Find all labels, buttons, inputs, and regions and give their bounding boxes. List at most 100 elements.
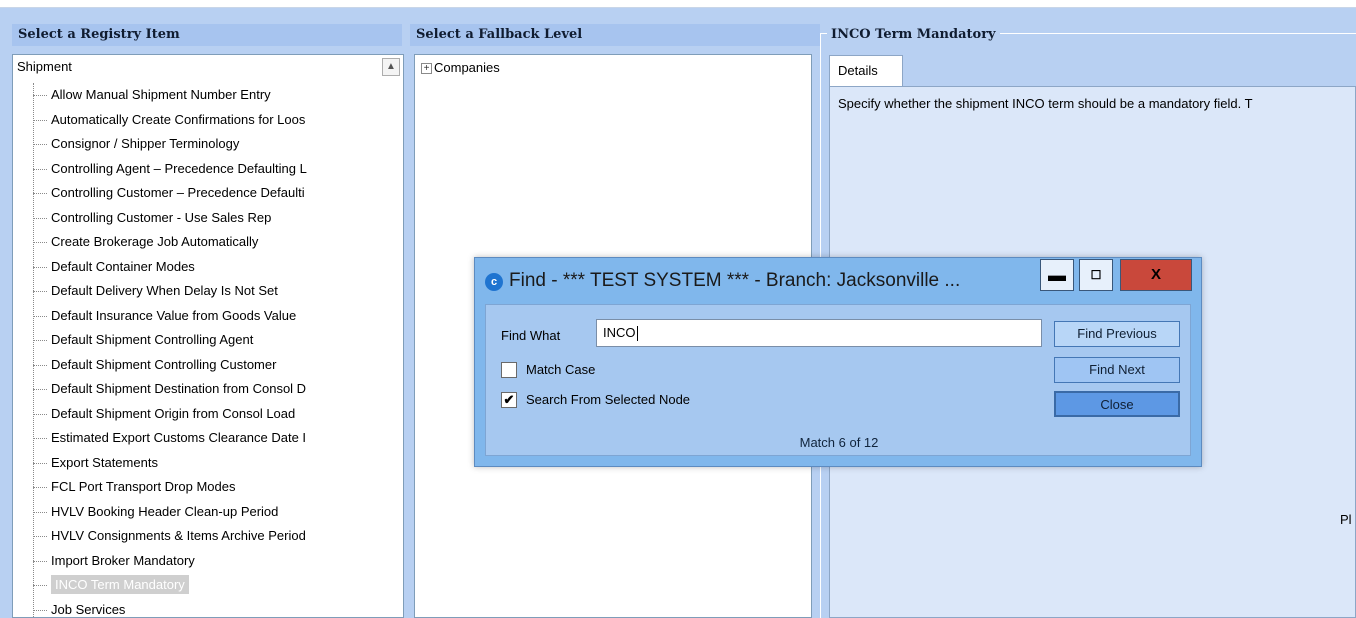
tree-item[interactable]: Consignor / Shipper Terminology	[31, 132, 391, 157]
tree-item[interactable]: Create Brokerage Job Automatically	[31, 230, 391, 255]
registry-panel-title: Select a Registry Item	[12, 24, 402, 46]
details-partial-text: Pl	[1340, 512, 1352, 527]
tree-item-label: HVLV Consignments & Items Archive Period	[51, 528, 306, 543]
tree-connector	[33, 536, 47, 537]
tree-connector	[33, 487, 47, 488]
tree-connector	[33, 168, 47, 170]
tree-item-label: Controlling Customer – Precedence Defaul…	[51, 185, 305, 200]
tree-item-label: Default Shipment Controlling Agent	[51, 332, 254, 347]
tree-node-companies[interactable]: + Companies	[421, 60, 500, 75]
search-from-selected-label[interactable]: Search From Selected Node	[526, 392, 690, 407]
tree-connector	[33, 217, 47, 219]
tree-connector	[33, 242, 47, 243]
maximize-button[interactable]: ☐	[1079, 259, 1113, 291]
tree-connector	[33, 340, 47, 341]
tree-node-label: Companies	[434, 60, 500, 75]
tree-item[interactable]: Default Delivery When Delay Is Not Set	[31, 279, 391, 304]
tree-item-label: Default Delivery When Delay Is Not Set	[51, 283, 278, 298]
tree-item-label: Consignor / Shipper Terminology	[51, 136, 240, 151]
match-case-label[interactable]: Match Case	[526, 362, 595, 377]
tree-item-label: INCO Term Mandatory	[51, 575, 189, 594]
tree-item[interactable]: INCO Term Mandatory	[31, 573, 391, 598]
tree-item[interactable]: Default Insurance Value from Goods Value	[31, 304, 391, 329]
tree-connector	[33, 560, 47, 562]
find-dialog: c Find - *** TEST SYSTEM *** - Branch: J…	[474, 257, 1202, 467]
find-next-button[interactable]: Find Next	[1054, 357, 1180, 383]
tree-item-label: Default Container Modes	[51, 258, 195, 274]
find-what-input[interactable]: INCO	[596, 319, 1042, 347]
tree-connector	[33, 266, 47, 268]
tree-item[interactable]: Allow Manual Shipment Number Entry	[31, 83, 391, 108]
expand-plus-icon[interactable]: +	[421, 63, 432, 75]
tree-connector	[33, 291, 47, 292]
tree-connector	[33, 511, 47, 513]
close-button[interactable]: Close	[1054, 391, 1180, 417]
find-what-label: Find What	[501, 328, 561, 343]
find-what-value: INCO	[603, 325, 636, 340]
tree-connector	[33, 389, 47, 390]
tree-item-label: Automatically Create Confirmations for L…	[51, 111, 306, 127]
match-status: Match 6 of 12	[799, 435, 879, 450]
tree-item-label: Default Insurance Value from Goods Value	[51, 307, 297, 323]
tree-item[interactable]: Default Shipment Origin from Consol Load	[31, 402, 391, 427]
find-previous-button[interactable]: Find Previous	[1054, 321, 1180, 347]
tree-item[interactable]: Export Statements	[31, 451, 391, 476]
maximize-icon: ☐	[1090, 268, 1102, 282]
tree-connector	[33, 315, 47, 317]
find-titlebar[interactable]: c Find - *** TEST SYSTEM *** - Branch: J…	[475, 258, 1201, 304]
find-dialog-title: Find - *** TEST SYSTEM *** - Branch: Jac…	[509, 270, 961, 291]
text-caret	[636, 326, 638, 342]
tree-item-label: Job Services	[51, 601, 126, 617]
tree-item[interactable]: Estimated Export Customs Clearance Date …	[31, 426, 391, 451]
tree-items: Allow Manual Shipment Number Entry Automa…	[31, 83, 391, 618]
tree-item-label: Export Statements	[51, 454, 158, 470]
search-from-selected-checkbox[interactable]: ✔	[501, 392, 517, 408]
tree-item[interactable]: HVLV Consignments & Items Archive Period	[31, 524, 391, 549]
tree-item-label: Import Broker Mandatory	[51, 552, 195, 568]
tree-item-label: HVLV Booking Header Clean-up Period	[51, 503, 279, 519]
tree-connector	[33, 193, 47, 194]
tree-item[interactable]: Controlling Customer - Use Sales Rep	[31, 206, 391, 231]
tree-item[interactable]: Default Shipment Controlling Agent	[31, 328, 391, 353]
tree-item-label: Estimated Export Customs Clearance Date …	[51, 430, 307, 445]
tree-item-label: Default Shipment Controlling Customer	[51, 356, 277, 372]
match-case-checkbox[interactable]	[501, 362, 517, 378]
tree-item[interactable]: Default Shipment Controlling Customer	[31, 353, 391, 378]
minimize-button[interactable]: ▬	[1040, 259, 1074, 291]
window-top-strip	[0, 0, 1356, 8]
tree-item-label: Allow Manual Shipment Number Entry	[51, 87, 271, 102]
fallback-panel-title: Select a Fallback Level	[410, 24, 820, 46]
checkmark-icon: ✔	[503, 392, 515, 407]
minimize-icon: ▬	[1048, 265, 1066, 285]
tree-connector	[33, 95, 47, 96]
tree-connector	[33, 585, 47, 586]
tree-item-label: Default Shipment Origin from Consol Load	[51, 405, 296, 421]
tree-connector	[33, 462, 47, 464]
tree-item[interactable]: Controlling Agent – Precedence Defaultin…	[31, 157, 391, 182]
window-close-button[interactable]: X	[1120, 259, 1192, 291]
tree-connector	[33, 438, 47, 439]
details-description: Specify whether the shipment INCO term s…	[838, 96, 1253, 111]
tree-item[interactable]: Controlling Customer – Precedence Defaul…	[31, 181, 391, 206]
scroll-up-button[interactable]: ▲	[382, 58, 400, 76]
tree-item-label: Default Shipment Destination from Consol…	[51, 381, 307, 396]
tree-item-label: Controlling Agent – Precedence Defaultin…	[51, 160, 307, 176]
tree-item[interactable]: Import Broker Mandatory	[31, 549, 391, 574]
tree-item[interactable]: Default Shipment Destination from Consol…	[31, 377, 391, 402]
tree-item-label: Create Brokerage Job Automatically	[51, 234, 259, 249]
find-dialog-body: Find What INCO Match Case ✔ Search From …	[485, 304, 1191, 456]
detail-panel-title: INCO Term Mandatory	[827, 26, 1000, 44]
tree-connector	[33, 119, 47, 121]
tree-connector	[33, 144, 47, 145]
registry-tree[interactable]: Shipment ▲ Allow Manual Shipment Number …	[12, 54, 404, 618]
tree-item[interactable]: Job Services	[31, 598, 391, 618]
tree-item[interactable]: FCL Port Transport Drop Modes	[31, 475, 391, 500]
tab-details[interactable]: Details	[829, 55, 903, 86]
tree-item[interactable]: HVLV Booking Header Clean-up Period	[31, 500, 391, 525]
app-logo-icon: c	[485, 273, 503, 291]
tree-item[interactable]: Default Container Modes	[31, 255, 391, 280]
tree-item-label: FCL Port Transport Drop Modes	[51, 479, 236, 494]
tree-connector	[33, 413, 47, 415]
tree-root-shipment[interactable]: Shipment	[17, 59, 72, 74]
tree-item[interactable]: Automatically Create Confirmations for L…	[31, 108, 391, 133]
